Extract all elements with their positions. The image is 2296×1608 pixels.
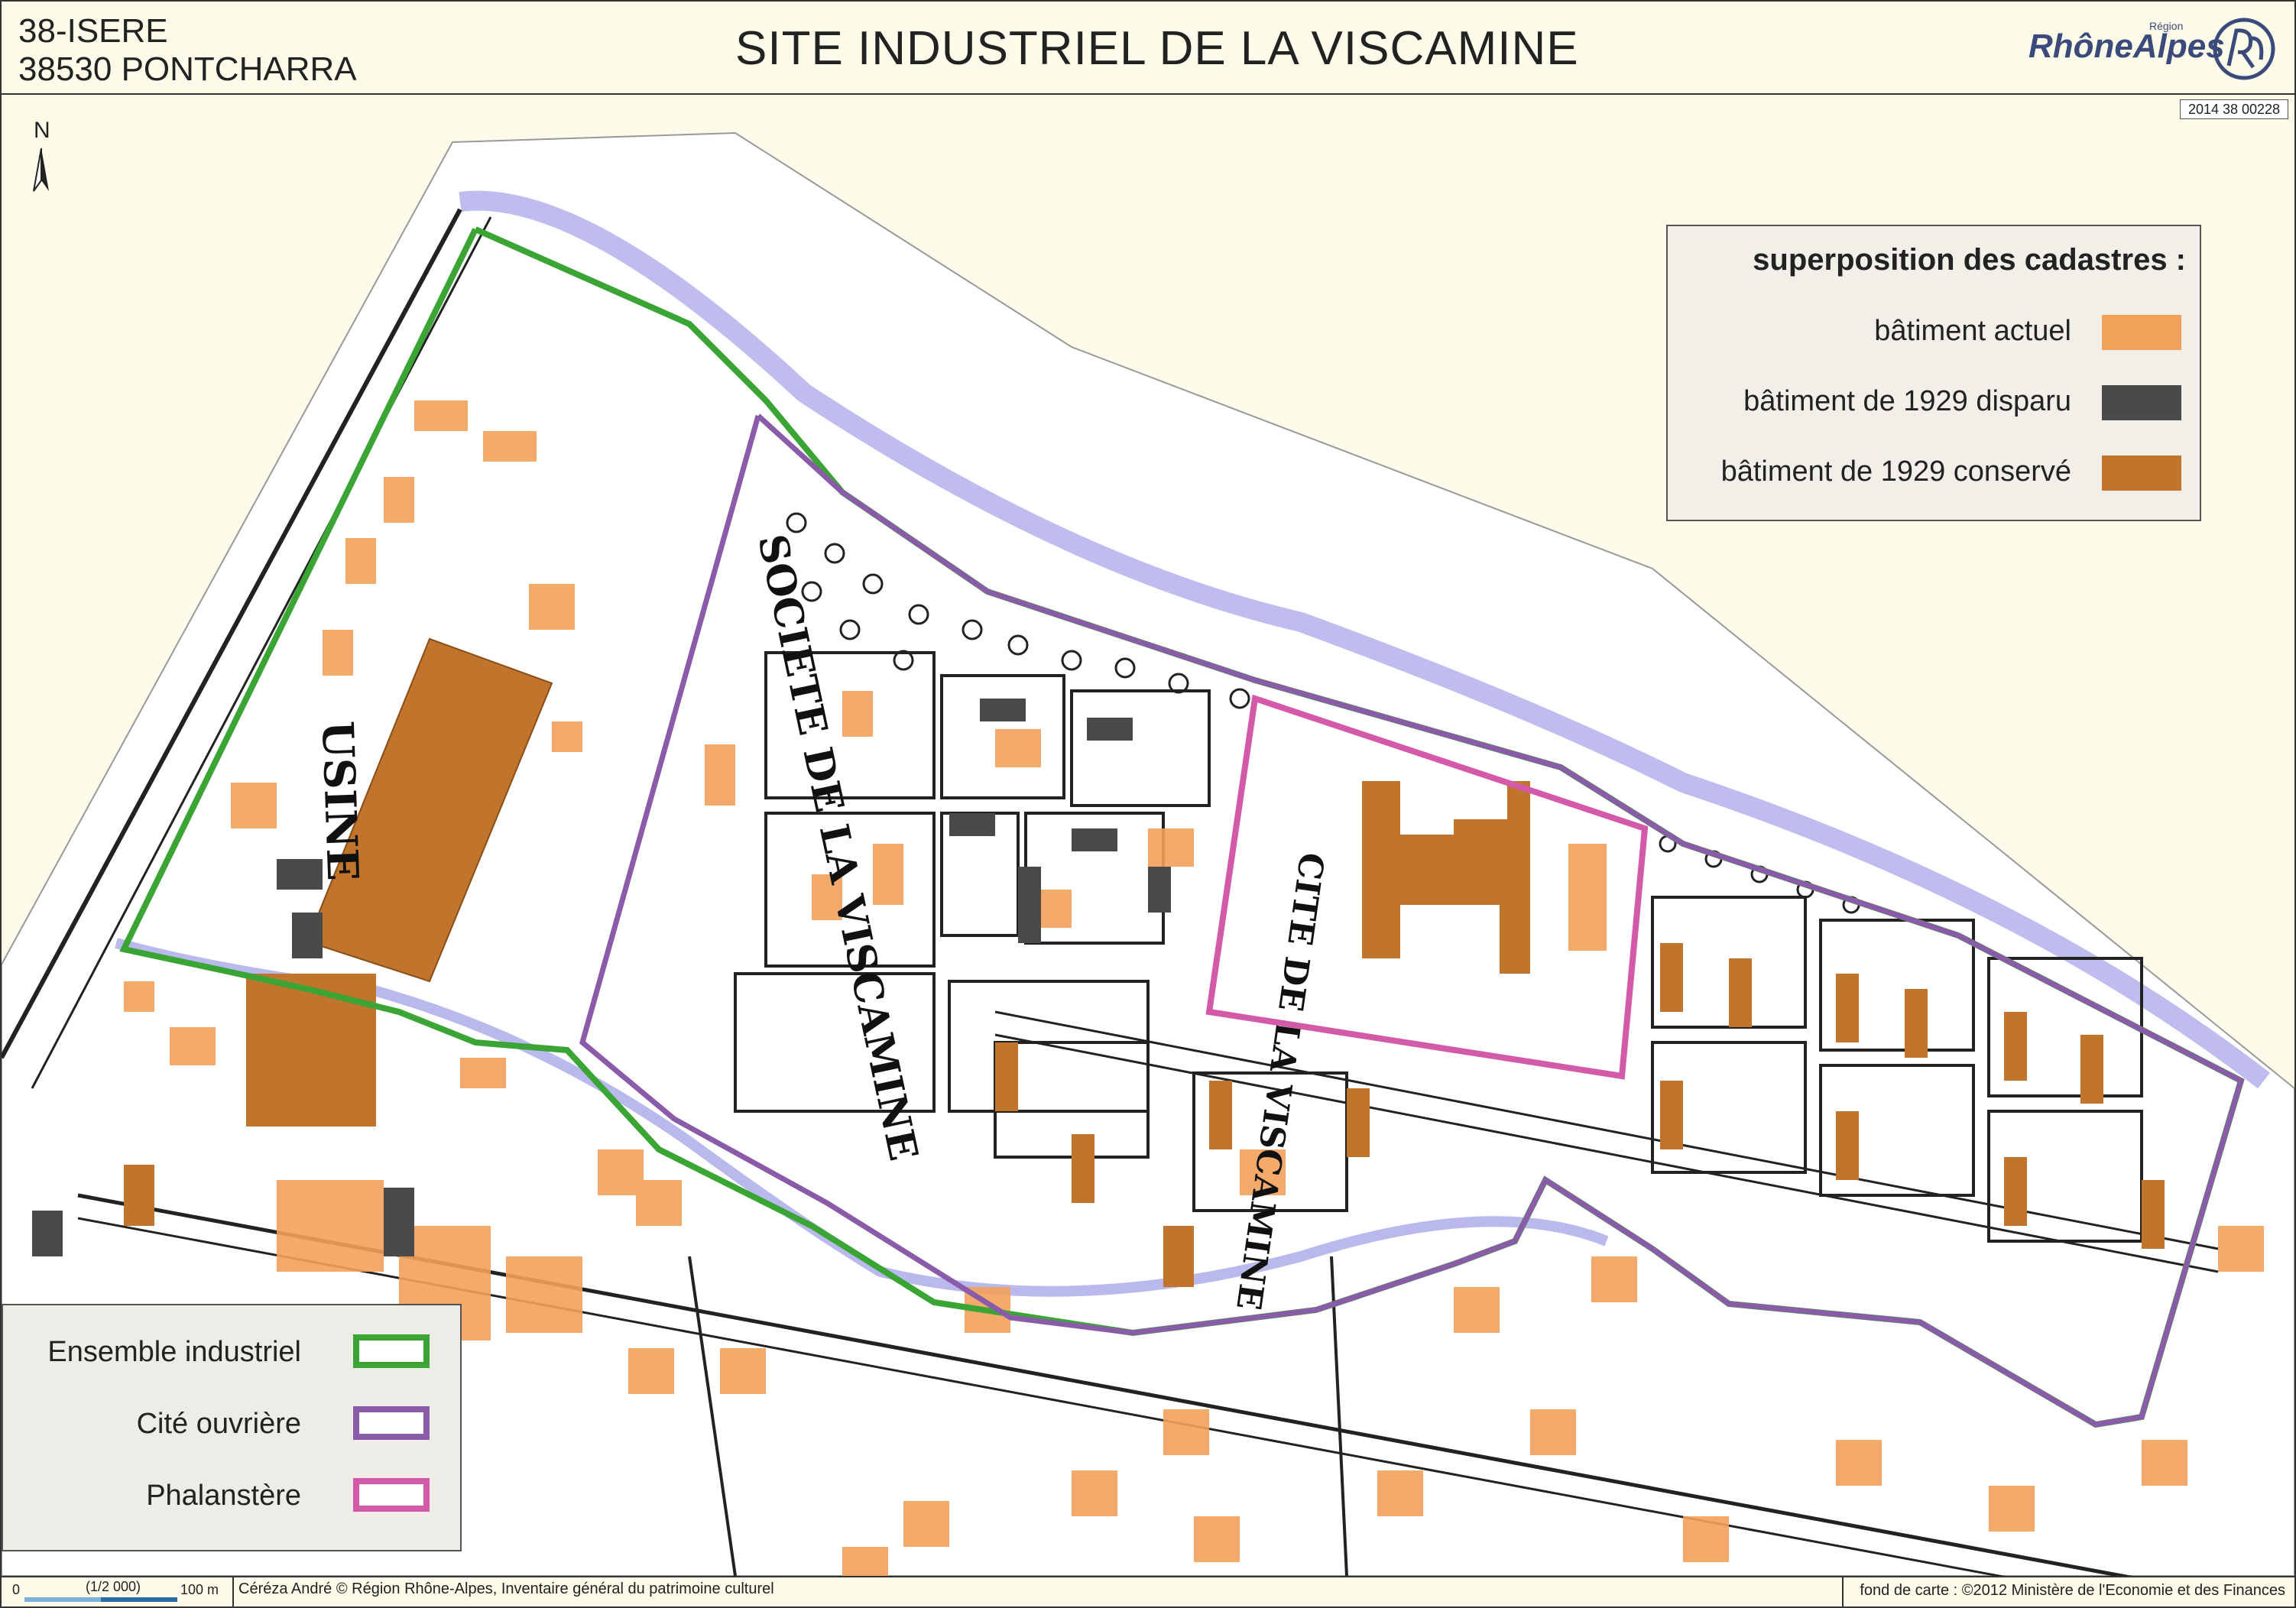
- region-logo-subtext: Région: [2149, 20, 2184, 32]
- legend-buildings-title: superposition des cadastres :: [1753, 243, 2186, 277]
- legend-swatch: [2102, 455, 2181, 491]
- legend-item-label: Ensemble industriel: [47, 1336, 301, 1368]
- legend-zones: Ensemble industriel Cité ouvrière Phalan…: [2, 1304, 462, 1551]
- legend-item-batiment-conserve: bâtiment de 1929 conservé: [1668, 451, 2200, 494]
- legend-item-phalanstere: Phalanstère: [3, 1472, 460, 1525]
- page-title: SITE INDUSTRIEL DE LA VISCAMINE: [735, 22, 1579, 75]
- legend-swatch: [353, 1478, 430, 1512]
- location-department: 38-ISERE: [18, 12, 168, 50]
- legend-item-label: Cité ouvrière: [136, 1408, 301, 1440]
- legend-swatch: [353, 1334, 430, 1368]
- legend-item-cite-ouvriere: Cité ouvrière: [3, 1400, 460, 1454]
- svg-text:0: 0: [12, 1582, 20, 1597]
- location-commune: 38530 PONTCHARRA: [18, 50, 357, 88]
- reference-number: 2014 38 00228: [2180, 99, 2288, 119]
- region-logo-text: RhôneAlpes: [2028, 28, 2225, 65]
- credit-author: Céréza André © Région Rhône-Alpes, Inven…: [238, 1580, 774, 1597]
- footer-divider: [232, 1576, 234, 1606]
- scale-bar: 0 (1/2 000) 100 m: [12, 1579, 219, 1602]
- header: 38-ISERE 38530 PONTCHARRA SITE INDUSTRIE…: [2, 2, 2294, 95]
- label-usine: USINE: [312, 720, 368, 882]
- legend-item-ensemble-industriel: Ensemble industriel: [3, 1328, 460, 1382]
- credit-basemap: fond de carte : ©2012 Ministère de l'Eco…: [1860, 1582, 2285, 1599]
- map-sheet: USINE SOCIETE DE LA VISCAMINE CITE DE LA…: [0, 0, 2296, 1608]
- legend-item-batiment-disparu: bâtiment de 1929 disparu: [1668, 381, 2200, 423]
- north-arrow-icon: N: [33, 118, 50, 192]
- legend-buildings: superposition des cadastres : bâtiment a…: [1666, 225, 2201, 521]
- legend-item-label: Phalanstère: [146, 1480, 301, 1512]
- svg-text:N: N: [34, 118, 50, 143]
- legend-item-batiment-actuel: bâtiment actuel: [1668, 310, 2200, 353]
- legend-swatch: [2102, 315, 2181, 350]
- legend-item-label: bâtiment de 1929 disparu: [1743, 385, 2071, 417]
- svg-text:100 m: 100 m: [180, 1582, 219, 1597]
- footer-divider: [1842, 1576, 1844, 1606]
- legend-item-label: bâtiment actuel: [1874, 315, 2071, 347]
- usine-annex: [246, 974, 376, 1127]
- svg-text:(1/2 000): (1/2 000): [86, 1579, 141, 1594]
- region-logo-icon: [2213, 18, 2275, 80]
- legend-swatch: [2102, 385, 2181, 420]
- legend-swatch: [353, 1406, 430, 1440]
- legend-item-label: bâtiment de 1929 conservé: [1720, 455, 2071, 488]
